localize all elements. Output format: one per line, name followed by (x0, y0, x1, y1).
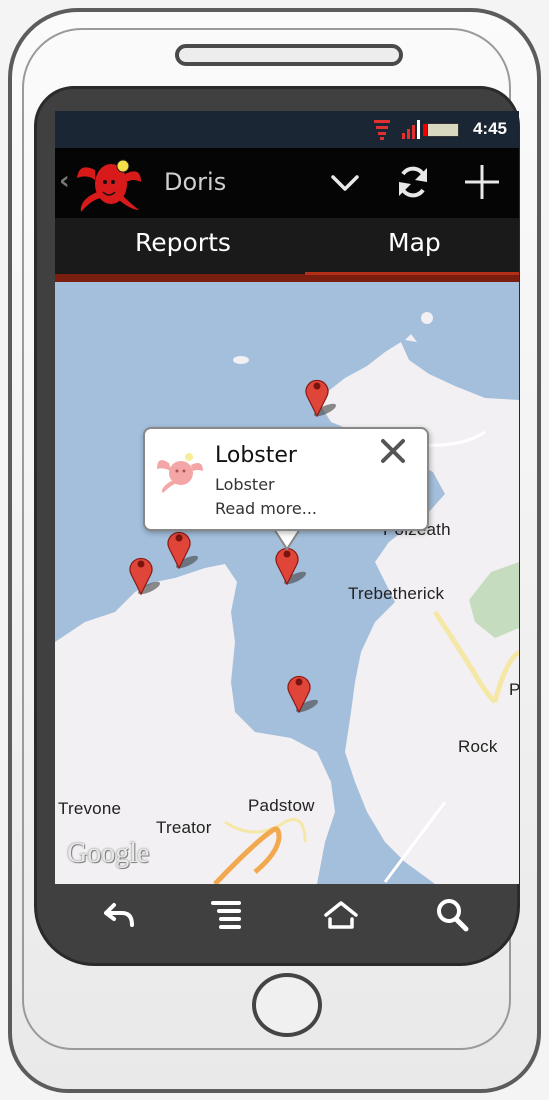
refresh-icon[interactable] (393, 162, 433, 202)
menu-icon[interactable] (205, 893, 251, 939)
info-window-title: Lobster (215, 443, 297, 468)
place-label-padstow: Padstow (248, 796, 315, 815)
google-logo: Google (67, 838, 150, 869)
info-window-subtitle: Lobster (215, 475, 275, 494)
screen: 4:45 ‹ Doris Reports Map Trebetherick Ro… (55, 111, 519, 884)
lobster-logo-icon[interactable] (73, 152, 145, 216)
battery-icon (423, 123, 459, 137)
tab-bar: Reports Map (55, 218, 519, 282)
add-icon[interactable] (461, 161, 503, 203)
map-marker[interactable] (125, 548, 167, 598)
wifi-icon (374, 120, 390, 140)
place-label-trevone: Trevone (58, 799, 122, 818)
selected-tab-indicator (305, 272, 519, 275)
map-marker[interactable] (283, 666, 325, 716)
tab-reports[interactable]: Reports (135, 228, 231, 257)
close-icon[interactable] (377, 435, 409, 467)
info-window[interactable]: Lobster Lobster Read more... (143, 427, 429, 531)
back-icon[interactable] (96, 893, 142, 939)
map-marker[interactable] (301, 370, 343, 420)
place-label-rock: Rock (458, 737, 498, 756)
place-label-partial: P (509, 680, 519, 699)
lobster-icon (157, 453, 203, 493)
chevron-down-icon[interactable] (329, 168, 361, 198)
up-caret-icon[interactable]: ‹ (59, 166, 70, 196)
status-bar: 4:45 (55, 111, 519, 148)
home-icon[interactable] (318, 893, 364, 939)
status-time: 4:45 (472, 119, 507, 138)
signal-icon (402, 120, 420, 139)
hardware-home-button[interactable] (252, 973, 322, 1037)
account-title[interactable]: Doris (164, 168, 226, 196)
place-label-trebetherick: Trebetherick (348, 584, 445, 603)
tab-map[interactable]: Map (388, 228, 441, 257)
map-view[interactable]: Polzeath Trebetherick Rock Padstow Trevo… (55, 282, 519, 884)
search-icon[interactable] (430, 893, 476, 939)
action-bar: ‹ Doris (55, 148, 519, 218)
place-label-treator: Treator (156, 818, 212, 837)
read-more-link[interactable]: Read more... (215, 499, 317, 518)
info-window-pointer (274, 529, 300, 551)
earpiece-speaker (175, 44, 403, 66)
